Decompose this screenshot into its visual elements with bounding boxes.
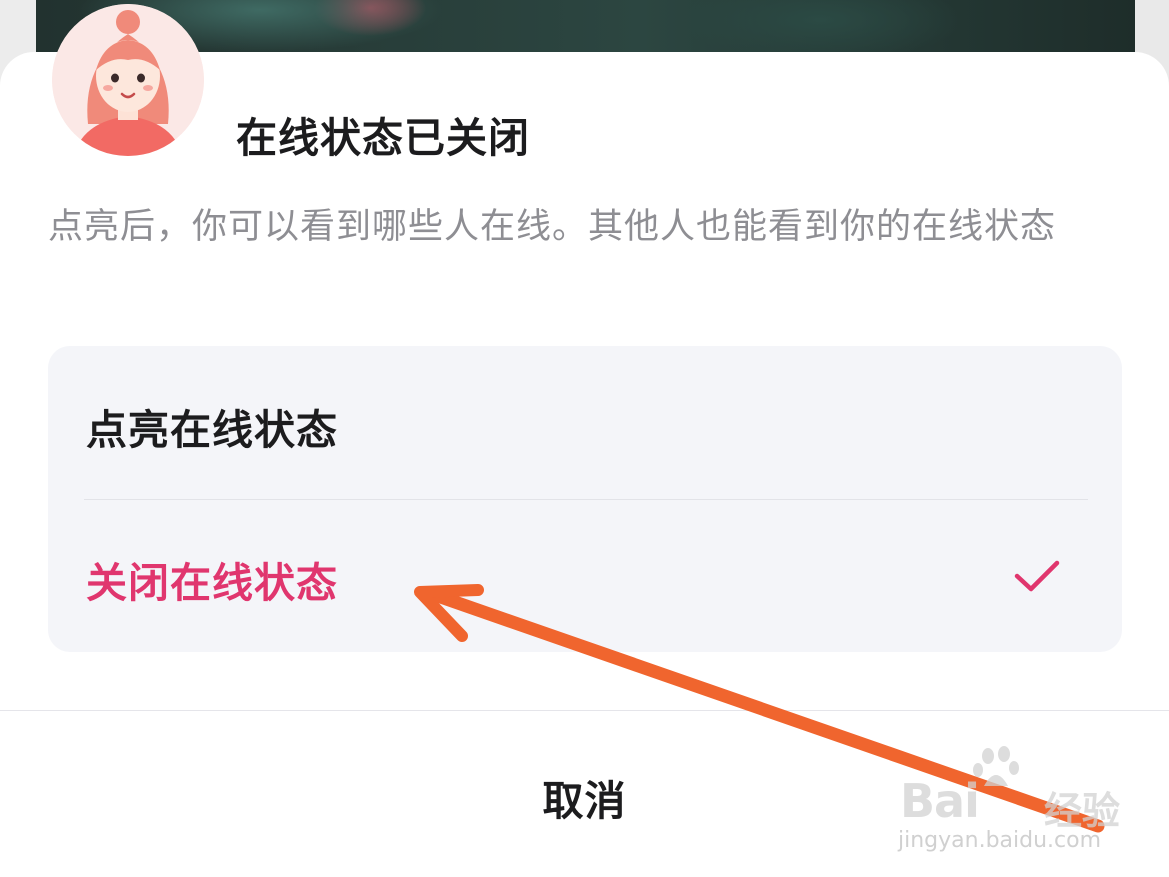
cancel-label: 取消 [542,777,627,825]
cartoon-girl-avatar-icon [52,4,204,156]
cancel-button[interactable]: 取消 [0,711,1169,877]
checkmark-icon [1014,560,1060,592]
dialog-title: 在线状态已关闭 [236,114,530,162]
option-label: 点亮在线状态 [86,406,338,454]
avatar [52,4,204,156]
option-turn-on-online-status[interactable]: 点亮在线状态 [48,346,1122,499]
status-options-group: 点亮在线状态 关闭在线状态 [48,346,1122,652]
dialog-description: 点亮后，你可以看到哪些人在线。其他人也能看到你的在线状态 [48,207,1057,247]
option-label: 关闭在线状态 [86,559,338,607]
option-turn-off-online-status[interactable]: 关闭在线状态 [48,499,1122,652]
